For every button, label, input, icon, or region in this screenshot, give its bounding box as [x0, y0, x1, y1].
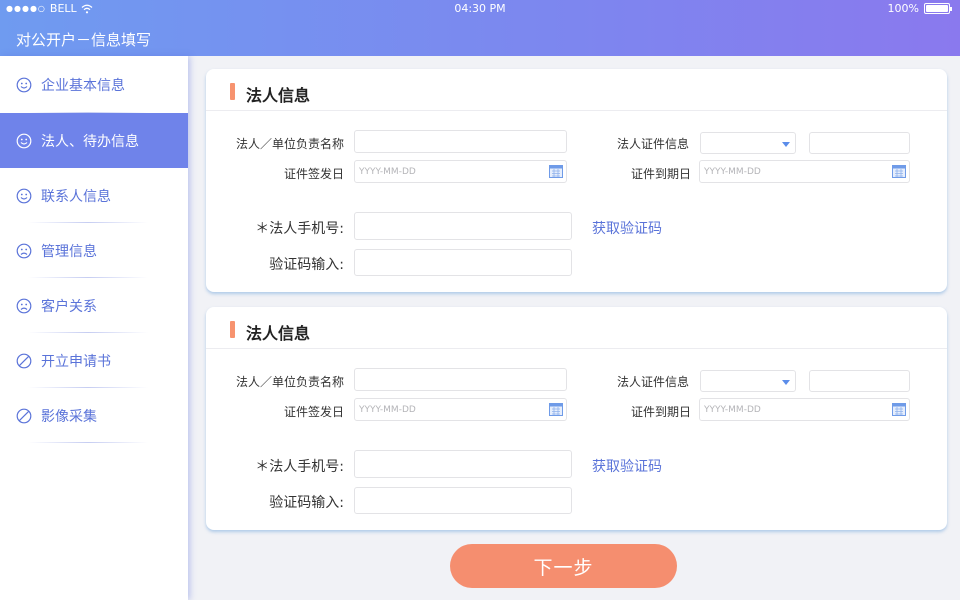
app-header: ●●●●○ BELL 04:30 PM 100% 对公开户－信息填写	[0, 0, 960, 56]
verification-code-input[interactable]	[354, 249, 572, 276]
sidebar-item-management[interactable]: 管理信息	[0, 223, 188, 278]
status-bar: ●●●●○ BELL 04:30 PM 100%	[0, 0, 960, 16]
verification-code-input[interactable]	[354, 487, 572, 514]
sidebar-item-customer-relation[interactable]: 客户关系	[0, 278, 188, 333]
sidebar-item-company-info[interactable]: 企业基本信息	[0, 56, 188, 113]
issue-date-label: 证件签发日	[283, 167, 344, 181]
cert-info-label: 法人证件信息	[616, 375, 689, 389]
sidebar-item-label: 联系人信息	[41, 188, 111, 205]
cert-number-input[interactable]	[809, 370, 910, 392]
section-title: 法人信息	[246, 86, 311, 105]
smile-icon	[16, 188, 32, 204]
phone-label: ＊法人手机号:	[255, 459, 344, 475]
expiry-date-input[interactable]: YYYY-MM-DD	[699, 160, 910, 183]
sidebar-item-label: 影像采集	[41, 408, 97, 425]
code-input-label: 验证码输入:	[269, 495, 344, 511]
calendar-icon[interactable]	[892, 165, 906, 178]
sidebar-item-label: 开立申请书	[41, 353, 111, 370]
phone-input[interactable]	[354, 450, 572, 478]
phone-input[interactable]	[354, 212, 572, 240]
smile-icon	[16, 77, 32, 93]
date-placeholder: YYYY-MM-DD	[359, 166, 416, 177]
dropdown-arrow-icon	[782, 142, 790, 147]
get-code-link[interactable]: 获取验证码	[592, 218, 662, 238]
get-code-link[interactable]: 获取验证码	[592, 456, 662, 476]
name-input[interactable]	[354, 368, 567, 391]
section-title: 法人信息	[246, 324, 311, 343]
card-header: 法人信息	[206, 307, 947, 349]
next-step-button[interactable]: 下一步	[450, 544, 677, 588]
legal-person-card: 法人信息 法人／单位负责名称 法人证件信息 证件签发日 YYYY-MM-DD 证…	[206, 307, 947, 530]
date-placeholder: YYYY-MM-DD	[704, 404, 761, 415]
card-header: 法人信息	[206, 69, 947, 111]
calendar-icon[interactable]	[549, 165, 563, 178]
forbidden-icon	[16, 408, 32, 424]
expiry-date-label: 证件到期日	[630, 405, 691, 419]
dropdown-arrow-icon	[782, 380, 790, 385]
date-placeholder: YYYY-MM-DD	[704, 166, 761, 177]
date-placeholder: YYYY-MM-DD	[359, 404, 416, 415]
expiry-date-input[interactable]: YYYY-MM-DD	[699, 398, 910, 421]
phone-label: ＊法人手机号:	[255, 221, 344, 237]
code-input-label: 验证码输入:	[269, 257, 344, 273]
battery-icon	[924, 3, 952, 14]
sidebar-item-contact[interactable]: 联系人信息	[0, 168, 188, 223]
page-title: 对公开户－信息填写	[16, 31, 152, 49]
issue-date-label: 证件签发日	[283, 405, 344, 419]
sidebar-item-image-capture[interactable]: 影像采集	[0, 388, 188, 443]
sidebar-item-label: 管理信息	[41, 243, 97, 260]
cert-type-select[interactable]	[700, 370, 796, 392]
name-label: 法人／单位负责名称	[235, 137, 344, 151]
status-time: 04:30 PM	[454, 2, 506, 15]
section-marker	[230, 321, 235, 338]
expiry-date-label: 证件到期日	[630, 167, 691, 181]
cert-info-label: 法人证件信息	[616, 137, 689, 151]
smile-icon	[16, 133, 32, 149]
legal-person-card: 法人信息 法人／单位负责名称 法人证件信息 证件签发日 YYYY-MM-DD 证…	[206, 69, 947, 292]
sidebar-item-label: 法人、待办信息	[41, 133, 139, 150]
issue-date-input[interactable]: YYYY-MM-DD	[354, 398, 567, 421]
name-input[interactable]	[354, 130, 567, 153]
forbidden-icon	[16, 353, 32, 369]
sidebar-item-label: 客户关系	[41, 298, 97, 315]
sidebar-item-label: 企业基本信息	[41, 77, 125, 94]
battery-percent: 100%	[887, 2, 919, 15]
sidebar-item-legal-person[interactable]: 法人、待办信息	[0, 113, 188, 168]
name-label: 法人／单位负责名称	[235, 375, 344, 389]
section-marker	[230, 83, 235, 100]
sidebar-nav: 企业基本信息 法人、待办信息 联系人信息 管理信息 客户关系 开立申请书 影像采…	[0, 56, 188, 600]
cert-type-select[interactable]	[700, 132, 796, 154]
calendar-icon[interactable]	[549, 403, 563, 416]
frown-icon	[16, 298, 32, 314]
sidebar-item-application-form[interactable]: 开立申请书	[0, 333, 188, 388]
cert-number-input[interactable]	[809, 132, 910, 154]
frown-icon	[16, 243, 32, 259]
issue-date-input[interactable]: YYYY-MM-DD	[354, 160, 567, 183]
calendar-icon[interactable]	[892, 403, 906, 416]
